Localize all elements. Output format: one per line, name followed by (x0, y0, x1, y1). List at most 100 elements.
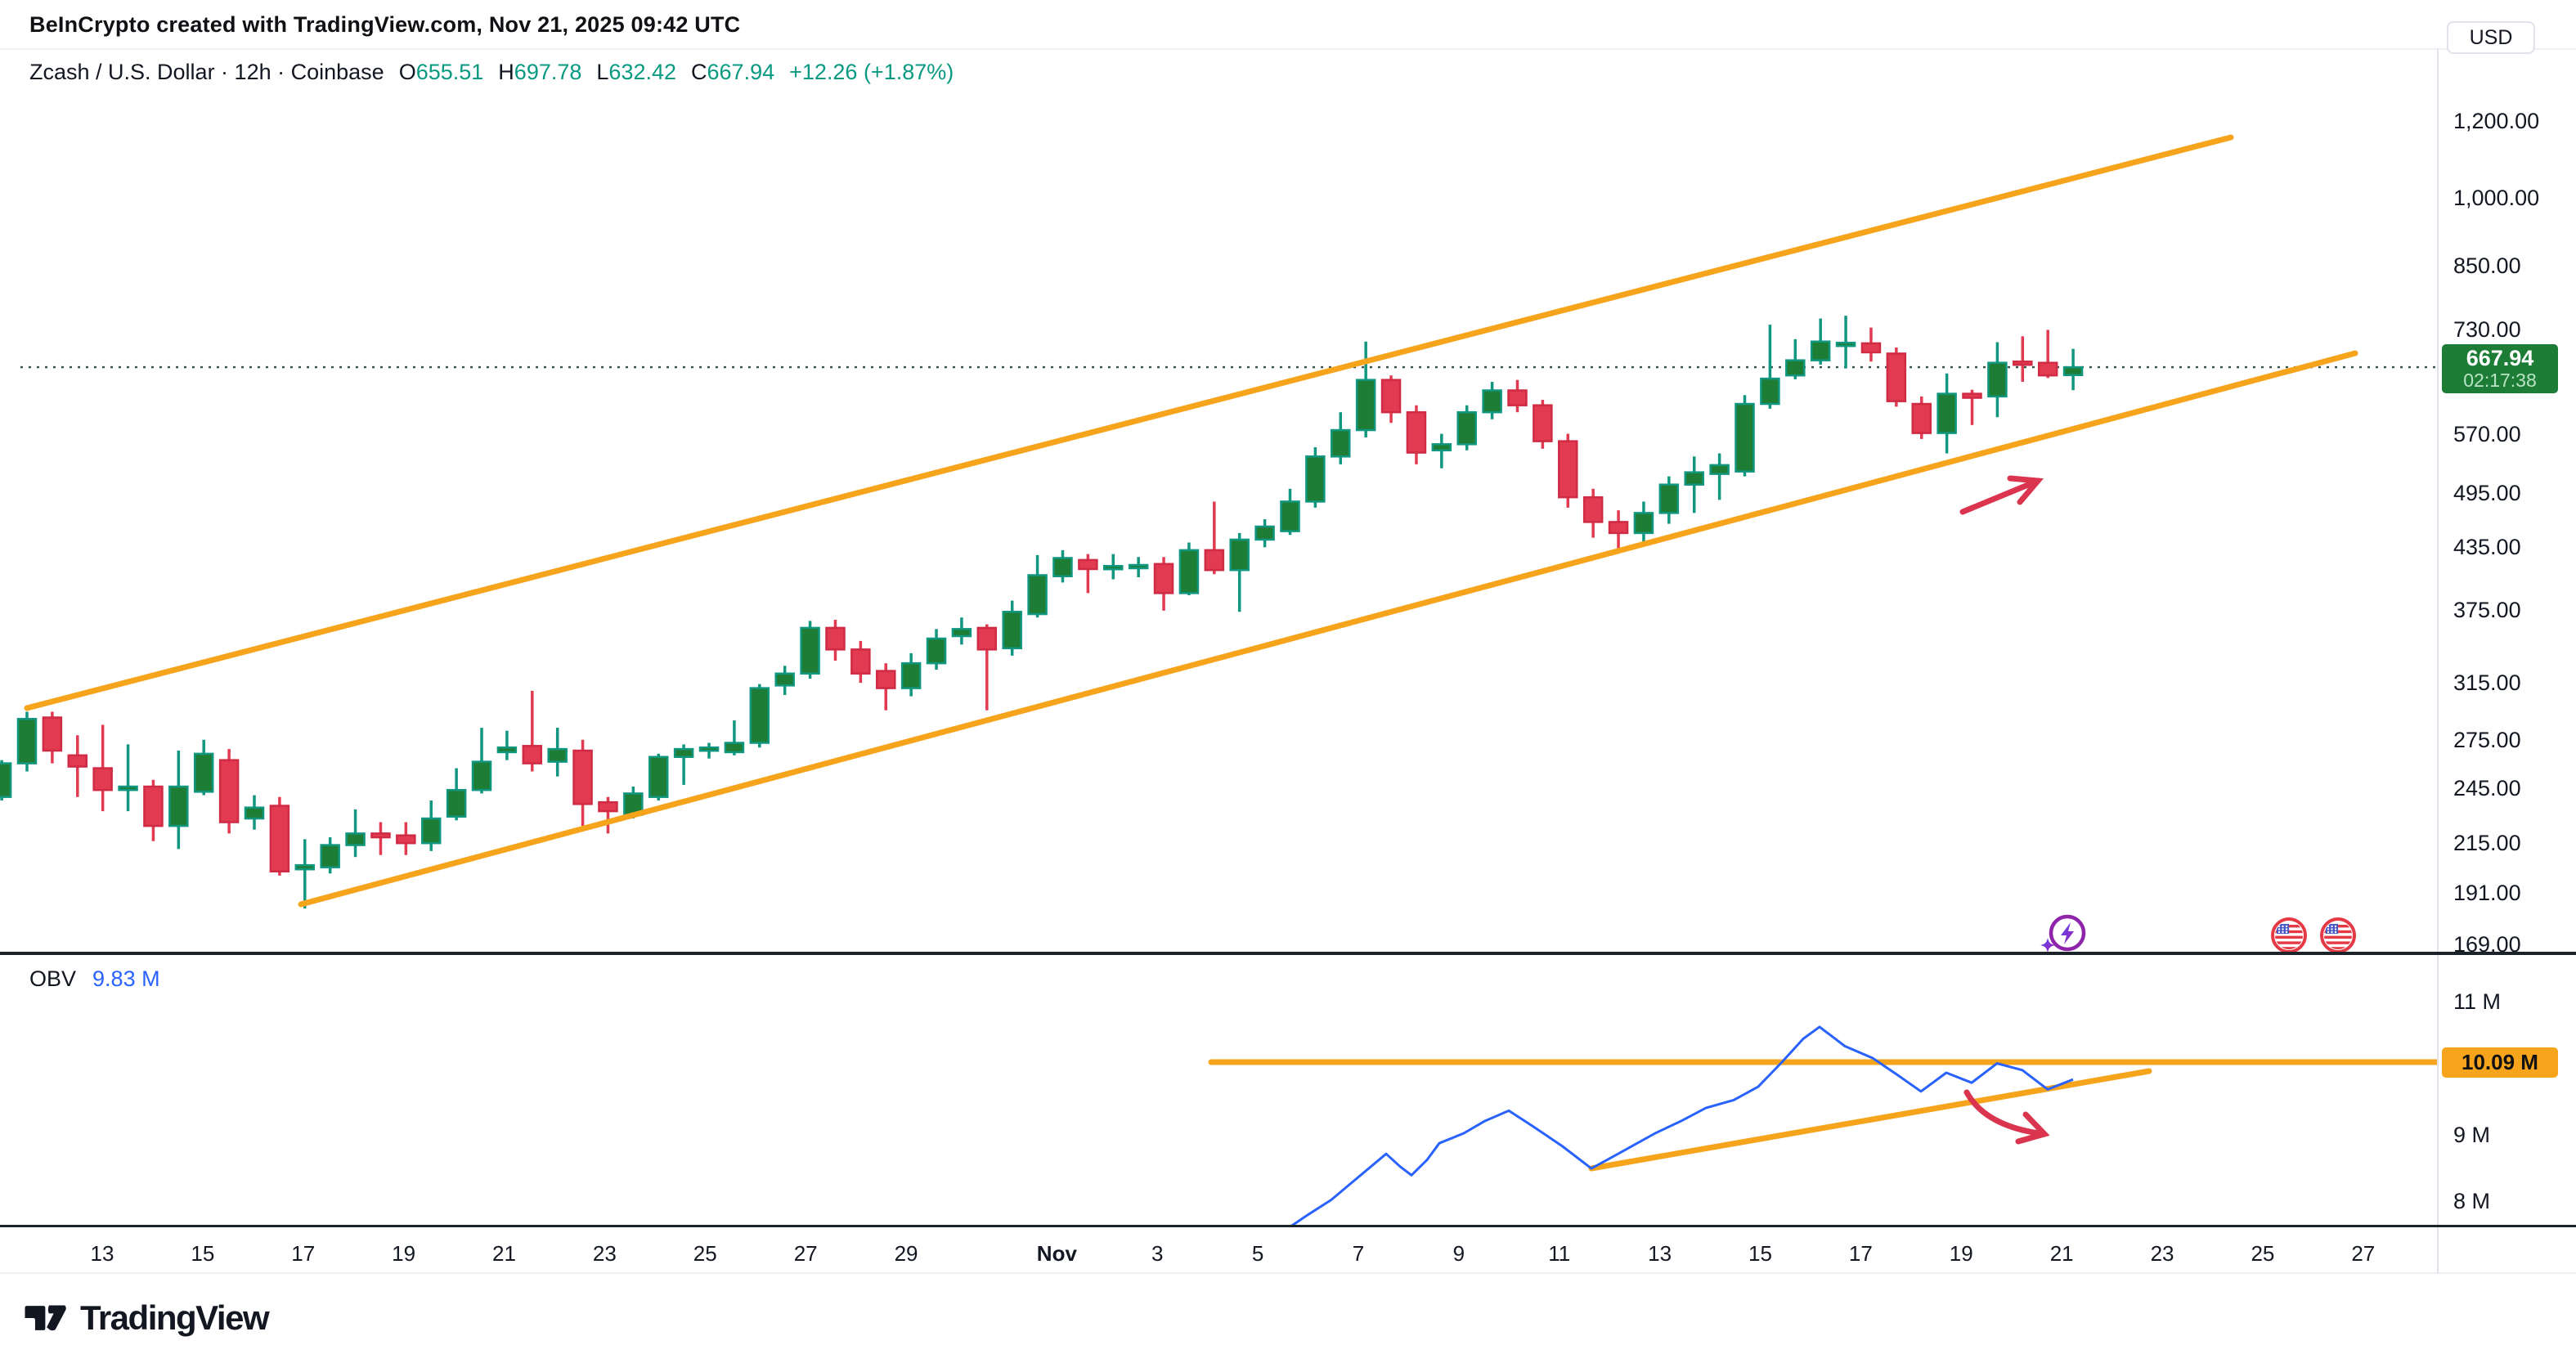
candle (1433, 434, 1451, 469)
candle (751, 684, 769, 748)
candle (1913, 397, 1931, 439)
candle (1509, 380, 1527, 413)
candle (1786, 339, 1804, 379)
candle (1988, 342, 2006, 417)
candle (220, 749, 238, 833)
candle (2013, 336, 2031, 382)
candle (953, 617, 971, 644)
pane-divider-bottom[interactable] (0, 1225, 2576, 1227)
candle (851, 641, 869, 683)
obv-tick-label: 8 M (2453, 1188, 2490, 1214)
candle (447, 769, 465, 821)
trend-channel-lower (301, 353, 2355, 904)
candle (1458, 406, 1476, 451)
time-tick-label: 27 (794, 1240, 818, 1267)
candle (1685, 456, 1703, 513)
candle (1533, 400, 1551, 449)
tradingview-chart-page: BeInCrypto created with TradingView.com,… (0, 0, 2576, 1372)
time-tick-label: 13 (91, 1240, 114, 1267)
candle (473, 728, 491, 793)
candle (1483, 382, 1501, 419)
candle (1155, 557, 1173, 611)
time-tick-label: 17 (291, 1240, 315, 1267)
watermark-text: BeInCrypto created with TradingView.com,… (29, 12, 740, 38)
obv-level-badge: 10.09 M (2442, 1047, 2558, 1078)
candle (675, 744, 693, 785)
candlestick-series (0, 316, 2082, 908)
time-tick-label: 9 (1453, 1240, 1465, 1267)
candle (2064, 349, 2082, 391)
candle (0, 760, 11, 800)
bar-countdown: 02:17:38 (2442, 370, 2558, 390)
candle (1660, 477, 1678, 524)
candle (776, 666, 794, 695)
candle (1837, 316, 1855, 368)
time-tick-label: 21 (2050, 1240, 2074, 1267)
candle (94, 724, 112, 811)
time-axis-border (0, 1272, 2576, 1274)
candle (1609, 510, 1627, 552)
pane-divider-top[interactable] (0, 952, 2576, 955)
time-tick-label: 15 (191, 1240, 214, 1267)
watermark-header: BeInCrypto created with TradingView.com,… (29, 0, 740, 49)
obv-line (1289, 1027, 2073, 1226)
candle (1079, 554, 1097, 594)
time-tick-label: 25 (2251, 1240, 2274, 1267)
time-tick-label: 25 (693, 1240, 717, 1267)
candle (422, 800, 440, 851)
candle (271, 797, 289, 876)
axis-separator (2437, 49, 2439, 1274)
candle (144, 780, 162, 841)
last-price-value: 667.94 (2442, 347, 2558, 370)
price-tick-label: 191.00 (2453, 880, 2521, 906)
price-tick-label: 435.00 (2453, 534, 2521, 560)
time-tick-label: 3 (1151, 1240, 1163, 1267)
time-tick-label: 15 (1748, 1240, 1772, 1267)
candle (877, 663, 895, 711)
candle (826, 620, 844, 661)
candle (1407, 406, 1425, 464)
time-tick-label: Nov (1037, 1240, 1077, 1267)
candle (599, 797, 617, 834)
candle (978, 625, 996, 711)
candle (1231, 533, 1249, 612)
candle (1357, 342, 1375, 437)
candle (1635, 501, 1653, 544)
candle (1382, 375, 1400, 423)
price-tick-label: 375.00 (2453, 597, 2521, 623)
tradingview-logo-mark-icon (23, 1297, 69, 1339)
tradingview-logo[interactable]: TradingView (23, 1297, 268, 1339)
candle (1736, 395, 1754, 476)
usd-currency-button[interactable]: USD (2447, 21, 2535, 54)
candle (1559, 434, 1577, 508)
candle (169, 751, 187, 849)
time-tick-label: 23 (593, 1240, 617, 1267)
candle (1281, 489, 1299, 535)
boost-lightning-icon[interactable] (2040, 912, 2090, 963)
price-pane (0, 49, 2437, 953)
candle (549, 728, 567, 777)
time-tick-label: 21 (492, 1240, 516, 1267)
candle (1862, 328, 1880, 362)
candle (1963, 390, 1981, 425)
price-tick-label: 495.00 (2453, 480, 2521, 506)
candle (927, 629, 945, 670)
price-tick-label: 570.00 (2453, 421, 2521, 447)
candle (245, 796, 263, 830)
obv-trendline (1591, 1071, 2149, 1168)
candle (69, 735, 87, 796)
time-tick-label: 19 (1950, 1240, 1973, 1267)
obv-title[interactable]: OBV (29, 966, 76, 992)
candle (1887, 347, 1905, 406)
candle (119, 744, 137, 811)
tradingview-logo-text: TradingView (80, 1298, 268, 1338)
price-tick-label: 245.00 (2453, 775, 2521, 801)
candle (195, 740, 213, 796)
candle (2039, 330, 2057, 378)
candle (649, 754, 667, 800)
time-tick-label: 19 (392, 1240, 415, 1267)
candle (1129, 557, 1147, 577)
obv-current-value: 9.83 M (92, 966, 160, 992)
obv-tick-label: 9 M (2453, 1122, 2490, 1148)
obv-pane (0, 957, 2437, 1226)
